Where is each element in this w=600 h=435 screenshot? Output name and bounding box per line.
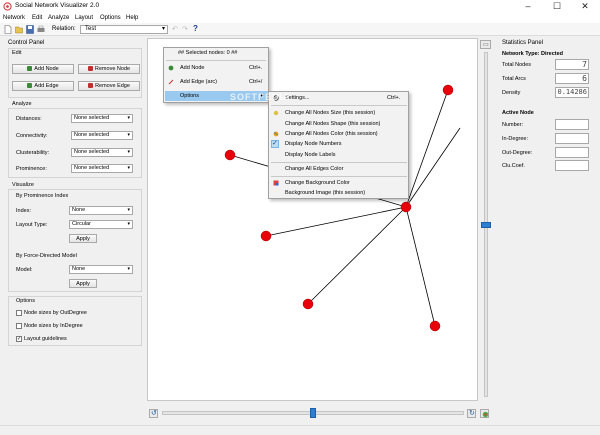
reset-view-icon [482,411,489,418]
display-numbers-check: ✓ [271,140,279,148]
in-degree-label: In-Degree: [502,136,528,142]
out-degree-value [555,147,589,158]
add-node-shortcut: Ctrl+. [249,65,263,71]
submenu-display-labels[interactable]: Display Node Labels [285,152,335,158]
submenu-nodes-shape[interactable]: Change All Nodes Shape (this session) [285,121,380,127]
total-nodes-value: 7 [555,59,589,70]
network-type: Network Type: Directed [502,51,564,57]
total-arcs-label: Total Arcs [502,76,526,82]
vertical-zoom-handle[interactable] [481,221,491,228]
zoom-in-icon: ▭ [483,42,489,48]
graph-edge [405,89,449,208]
add-edge-icon [168,79,174,85]
selected-nodes-header: ## Selected nodes: 0 ## [178,50,238,56]
graph-node[interactable] [442,84,454,96]
add-edge-shortcut: Ctrl+/ [249,79,263,85]
clu-coef-label: Clu.Coef. [502,163,525,169]
in-degree-value [555,133,589,144]
graph-node[interactable] [302,298,314,310]
submenu-nodes-size[interactable]: Change All Nodes Size (this session) [285,110,375,116]
resize-icon [273,110,279,116]
clu-coef-value [555,160,589,171]
total-nodes-label: Total Nodes [502,62,532,68]
reset-view-button[interactable] [480,409,489,418]
number-value [555,119,589,130]
status-bar [0,425,600,435]
color-picker-icon [273,180,279,186]
submenu-nodes-color[interactable]: Change All Nodes Color (this session) [285,131,378,137]
graph-node[interactable] [260,230,272,242]
rotate-right-button[interactable]: ↻ [467,409,476,418]
submenu-background-image[interactable]: Background Image (this session) [285,190,365,196]
rotate-right-icon: ↻ [469,410,475,417]
palette-icon [273,131,279,137]
submenu-edges-color[interactable]: Change All Edges Color [285,166,343,172]
options-submenu: Settings... Ctrl+. Change All Nodes Size… [268,91,409,199]
graph-edge [405,127,461,208]
watermark: SOFTPEDIA [230,92,291,102]
add-node-icon [168,65,174,71]
rotate-left-icon: ↺ [151,410,157,417]
menu-separator [271,176,407,177]
graph-node[interactable] [224,149,236,161]
submenu-display-numbers[interactable]: Display Node Numbers [285,141,342,147]
settings-shortcut: Ctrl+. [387,95,401,101]
horizontal-rotate-handle[interactable] [310,408,316,418]
total-arcs-value: 6 [555,73,589,84]
graph-edge [405,206,436,327]
menu-separator [271,105,407,106]
checkmark-icon: ✓ [272,140,278,147]
rotate-left-button[interactable]: ↺ [149,409,158,418]
active-node-title: Active Node [502,110,534,116]
menu-options-item[interactable]: Options [180,93,199,99]
menu-add-edge[interactable]: Add Edge (arc) [180,79,217,85]
menu-add-node[interactable]: Add Node [180,65,204,71]
graph-node[interactable] [400,201,412,213]
menu-separator [271,162,407,163]
number-label: Number: [502,122,524,128]
density-value: 0.14286 [555,87,589,98]
zoom-in-button[interactable]: ▭ [480,40,491,49]
submenu-background-color[interactable]: Change Background Color [285,180,350,186]
menu-separator [166,60,266,61]
graph-edge [265,206,407,237]
statistics-panel-title: Statistics Panel [502,40,544,46]
out-degree-label: Out-Degree: [502,150,533,156]
graph-edge [307,206,407,305]
density-label: Density [502,90,521,96]
graph-node[interactable] [429,320,441,332]
